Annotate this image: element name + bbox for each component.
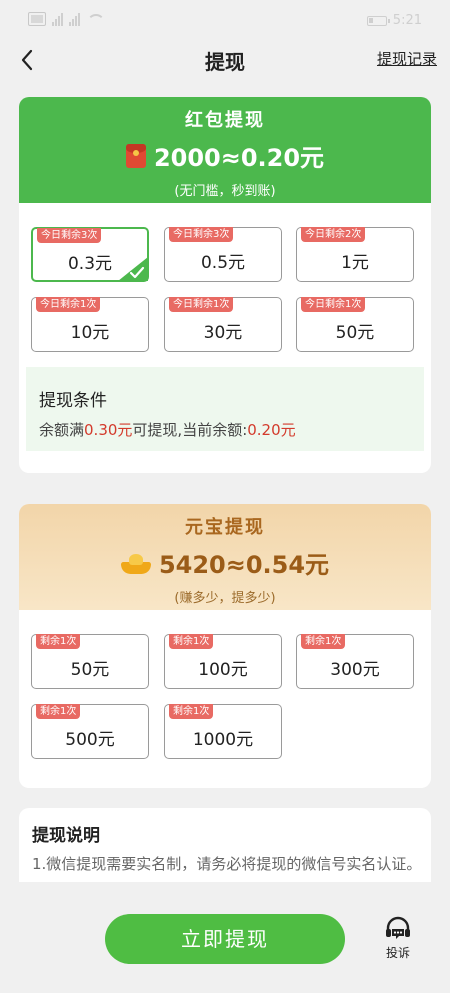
remaining-tag: 今日剩余3次 — [169, 227, 234, 242]
ingot-option-3[interactable]: 剩余1次 500元 — [31, 704, 149, 759]
option-value: 50元 — [70, 660, 110, 680]
red-packet-banner: 红包提现 2000≈0.20元 (无门槛，秒到账) — [19, 97, 431, 203]
remaining-tag: 今日剩余1次 — [36, 297, 101, 312]
withdraw-now-button[interactable]: 立即提现 — [105, 914, 345, 964]
option-value: 0.5元 — [200, 253, 246, 273]
red-packet-card: 红包提现 2000≈0.20元 (无门槛，秒到账) 今日剩余3次 0.3元 今日… — [19, 97, 431, 473]
remaining-tag: 剩余1次 — [169, 704, 214, 719]
wifi-icon — [86, 14, 105, 26]
ingot-option-4[interactable]: 剩余1次 1000元 — [164, 704, 282, 759]
sim-icon — [28, 12, 46, 26]
condition-middle: 可提现,当前余额: — [132, 421, 248, 439]
status-right: 5:21 — [366, 13, 422, 28]
remaining-tag: 今日剩余1次 — [169, 297, 234, 312]
ingot-amount: 5420≈0.54元 — [158, 551, 330, 579]
bottom-bar: 立即提现 投诉 — [0, 882, 450, 993]
red-option-5[interactable]: 今日剩余1次 50元 — [296, 297, 414, 352]
remaining-tag: 剩余1次 — [301, 634, 346, 649]
ingot-title: 元宝提现 — [185, 517, 265, 538]
option-value: 1000元 — [192, 730, 254, 750]
remaining-tag: 今日剩余2次 — [301, 227, 366, 242]
ingot-amount-row: 5420≈0.54元 — [19, 545, 431, 580]
option-value: 50元 — [335, 323, 375, 343]
option-value: 10元 — [70, 323, 110, 343]
red-option-1[interactable]: 今日剩余3次 0.5元 — [164, 227, 282, 282]
gold-ingot-icon — [120, 552, 151, 574]
status-left — [28, 12, 105, 26]
red-option-0[interactable]: 今日剩余3次 0.3元 — [31, 227, 149, 282]
ingot-option-1[interactable]: 剩余1次 100元 — [164, 634, 282, 689]
remaining-tag: 剩余1次 — [36, 634, 81, 649]
remaining-tag: 今日剩余3次 — [37, 228, 102, 243]
condition-prefix: 余额满 — [39, 421, 85, 439]
status-time: 5:21 — [392, 13, 422, 28]
battery-icon — [366, 15, 390, 26]
complain-label: 投诉 — [385, 946, 410, 960]
withdraw-condition: 提现条件 余额满0.30元可提现,当前余额:0.20元 — [26, 367, 424, 451]
instructions-card: 提现说明 1.微信提现需要实名制，请务必将提现的微信号实名认证。 — [19, 808, 431, 888]
red-packet-subtitle: (无门槛，秒到账) — [174, 184, 276, 199]
remaining-tag: 今日剩余1次 — [301, 297, 366, 312]
red-packet-title: 红包提现 — [185, 110, 265, 131]
red-packet-amount: 2000≈0.20元 — [153, 144, 325, 172]
condition-required: 0.30元 — [84, 421, 133, 439]
red-packet-icon — [125, 143, 146, 168]
red-option-2[interactable]: 今日剩余2次 1元 — [296, 227, 414, 282]
complain-button[interactable]: 投诉 — [380, 916, 416, 961]
option-value: 100元 — [198, 660, 248, 680]
withdraw-record-link[interactable]: 提现记录 — [377, 48, 437, 69]
remaining-tag: 剩余1次 — [169, 634, 214, 649]
check-icon — [118, 257, 148, 281]
option-value: 1元 — [341, 253, 369, 273]
option-value: 30元 — [203, 323, 243, 343]
red-option-4[interactable]: 今日剩余1次 30元 — [164, 297, 282, 352]
option-value: 300元 — [330, 660, 380, 680]
instructions-title: 提现说明 — [32, 826, 100, 846]
red-packet-amount-row: 2000≈0.20元 — [19, 138, 431, 173]
instructions-text: 1.微信提现需要实名制，请务必将提现的微信号实名认证。 — [32, 855, 422, 873]
headset-icon — [386, 916, 410, 939]
ingot-option-0[interactable]: 剩余1次 50元 — [31, 634, 149, 689]
option-value: 500元 — [65, 730, 115, 750]
condition-text: 余额满0.30元可提现,当前余额:0.20元 — [39, 419, 296, 440]
status-bar: 5:21 — [0, 0, 450, 40]
ingot-banner: 元宝提现 5420≈0.54元 (赚多少，提多少) — [19, 504, 431, 610]
signal-icon — [52, 13, 63, 26]
header: 提现 提现记录 — [0, 40, 450, 80]
ingot-subtitle: (赚多少，提多少) — [174, 591, 276, 606]
red-option-3[interactable]: 今日剩余1次 10元 — [31, 297, 149, 352]
ingot-card: 元宝提现 5420≈0.54元 (赚多少，提多少) 剩余1次 50元 剩余1次 … — [19, 504, 431, 788]
ingot-option-2[interactable]: 剩余1次 300元 — [296, 634, 414, 689]
condition-current: 0.20元 — [247, 421, 296, 439]
remaining-tag: 剩余1次 — [36, 704, 81, 719]
signal-icon-2 — [69, 13, 80, 26]
condition-title: 提现条件 — [39, 391, 107, 411]
